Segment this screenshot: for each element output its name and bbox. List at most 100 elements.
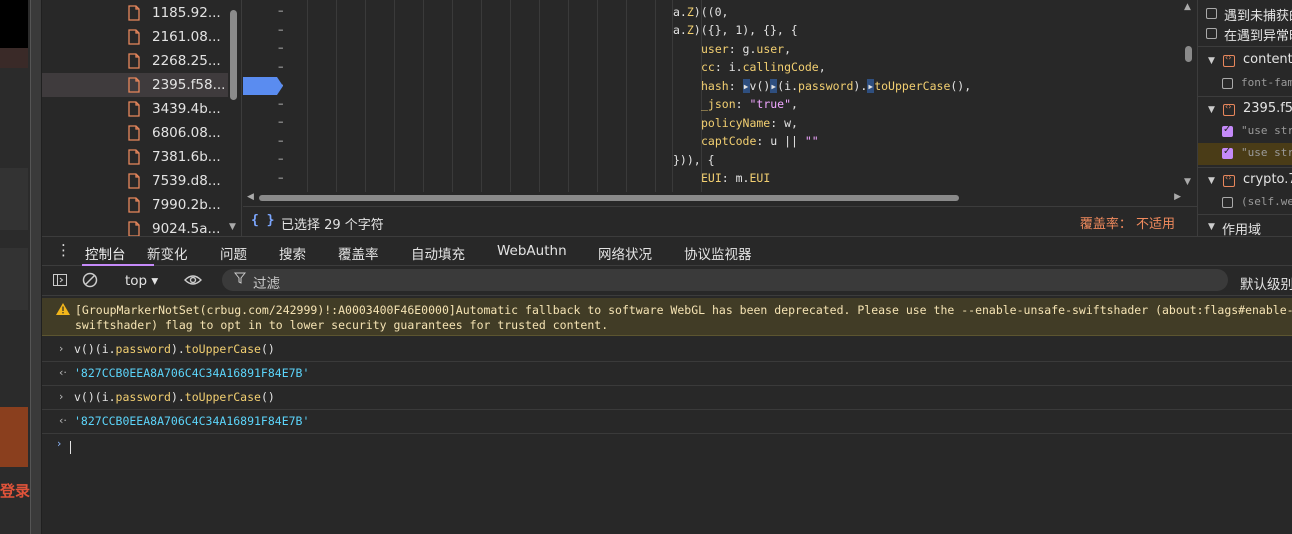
- code-vertical-scrollbar[interactable]: [1185, 46, 1192, 62]
- pause-uncaught-checkbox[interactable]: [1206, 8, 1217, 19]
- file-tree-item[interactable]: 7539.d8...: [42, 169, 228, 193]
- scrollbar-thumb[interactable]: [259, 195, 959, 201]
- tab-network-conditions[interactable]: 网络状况: [598, 243, 652, 263]
- pretty-print-icon[interactable]: { }: [251, 213, 274, 228]
- scope-section-header[interactable]: ▼ 作用域: [1198, 218, 1292, 236]
- gutter-line-marker[interactable]: –: [278, 171, 284, 184]
- file-name: 3439.4b...: [152, 101, 221, 117]
- tab-issues[interactable]: 问题: [220, 243, 247, 263]
- breakpoint-group-content[interactable]: ▼ content_script.js: [1198, 52, 1292, 72]
- breakpoint-checkbox[interactable]: [1222, 78, 1233, 89]
- breakpoint-entry[interactable]: font-family: [1198, 74, 1292, 94]
- tab-console[interactable]: 控制台: [85, 243, 126, 263]
- scroll-left-icon[interactable]: ◀: [247, 192, 254, 202]
- pause-caught-checkbox[interactable]: [1206, 28, 1217, 39]
- tab-coverage[interactable]: 覆盖率: [338, 243, 379, 263]
- file-tree-item[interactable]: 2395.f58...: [42, 73, 228, 97]
- result-chevron-icon: ‹·: [59, 366, 67, 379]
- tab-protocol-monitor[interactable]: 协议监视器: [684, 243, 752, 263]
- clear-console-icon[interactable]: [82, 272, 98, 292]
- tab-changes[interactable]: 新变化: [147, 243, 188, 263]
- code-editor[interactable]: a.Z)((0, a.Z)({}, 1), {}, { user: g.user…: [303, 0, 1181, 192]
- pause-caught-checkbox-row[interactable]: 在遇到异常时暂停: [1198, 24, 1292, 44]
- file-icon: [1223, 53, 1235, 67]
- breakpoint-entry[interactable]: (self.webpack: [1198, 193, 1292, 213]
- chevron-down-icon[interactable]: ▼: [1208, 56, 1215, 66]
- file-tree-item[interactable]: 6806.08...: [42, 121, 228, 145]
- console-input-text: v()(i.password).toUpperCase(): [74, 342, 275, 356]
- breakpoint-group-crypto[interactable]: ▼ crypto.7: [1198, 172, 1292, 192]
- breakpoint-entry-active[interactable]: "use strict": [1198, 143, 1292, 165]
- file-tree: 1185.92... 2161.08... 2268.25... 2395.f58..…: [42, 0, 242, 237]
- console-input-message[interactable]: › v()(i.password).toUpperCase(): [42, 338, 1292, 362]
- chevron-down-icon[interactable]: ▼: [1208, 105, 1215, 115]
- code-line: cc: i.callingCode,: [701, 60, 826, 74]
- text-cursor: [70, 441, 71, 454]
- pause-caught-label: 在遇到异常时暂停: [1224, 29, 1292, 44]
- breakpoint-checkbox[interactable]: [1222, 146, 1233, 159]
- warning-icon: [56, 303, 70, 315]
- scroll-down-icon[interactable]: ▼: [229, 222, 236, 232]
- file-tree-item[interactable]: 7381.6b...: [42, 145, 228, 169]
- file-icon: [128, 125, 140, 141]
- breakpoint-group-2395[interactable]: ▼ 2395.f58: [1198, 101, 1292, 121]
- inline-breakpoint[interactable]: ▸: [742, 79, 750, 93]
- breakpoint-marker[interactable]: [243, 77, 283, 95]
- file-tree-scrollbar[interactable]: [230, 10, 237, 100]
- file-name: 2268.25...: [152, 53, 221, 69]
- console-warning-message: [GroupMarkerNotSet(crbug.com/242999)!:A0…: [42, 298, 1292, 336]
- file-tree-item[interactable]: 2268.25...: [42, 49, 228, 73]
- console-result-message[interactable]: ‹· '827CCB0EEA8A706C4C34A16891F84E7B': [42, 410, 1292, 434]
- gutter-line-marker[interactable]: –: [278, 152, 284, 165]
- gutter-line-marker[interactable]: –: [278, 23, 284, 36]
- page-card-block: [0, 168, 28, 230]
- scroll-right-icon[interactable]: ▶: [1174, 192, 1181, 202]
- tab-search[interactable]: 搜索: [279, 243, 306, 263]
- chevron-down-icon[interactable]: ▼: [1208, 222, 1215, 232]
- line-gutter[interactable]: ––––––––––: [243, 0, 303, 192]
- code-horizontal-scrollbar[interactable]: ◀ ▶: [247, 192, 1181, 203]
- sidebar-toggle-icon[interactable]: [52, 272, 68, 292]
- gutter-line-marker[interactable]: –: [278, 60, 284, 73]
- file-tree-item[interactable]: 7990.2b...: [42, 193, 228, 217]
- live-expression-eye-icon[interactable]: [184, 272, 202, 292]
- page-behind: 登录: [0, 0, 30, 534]
- scroll-up-icon[interactable]: ▲: [1184, 2, 1191, 12]
- selection-info: 已选择 29 个字符: [281, 218, 384, 233]
- gutter-line-marker[interactable]: –: [278, 97, 284, 110]
- file-icon: [128, 101, 140, 117]
- tab-autofill[interactable]: 自动填充: [411, 243, 465, 263]
- file-icon: [1223, 173, 1235, 187]
- breakpoint-file-label: 2395.f58: [1243, 101, 1292, 116]
- gutter-line-marker[interactable]: –: [278, 115, 284, 128]
- scroll-down-icon[interactable]: ▼: [1184, 177, 1191, 187]
- console-result-message[interactable]: ‹· '827CCB0EEA8A706C4C34A16891F84E7B': [42, 362, 1292, 386]
- chevron-down-icon[interactable]: ▼: [1208, 176, 1215, 186]
- login-link[interactable]: 登录: [0, 480, 30, 501]
- more-options-icon[interactable]: ⋮: [56, 241, 71, 259]
- file-tree-item[interactable]: 3439.4b...: [42, 97, 228, 121]
- filter-icon: [233, 272, 247, 287]
- panel-resize-handle[interactable]: [30, 0, 42, 534]
- gutter-line-marker[interactable]: –: [278, 134, 284, 147]
- console-input-text: v()(i.password).toUpperCase(): [74, 390, 275, 404]
- tab-webauthn[interactable]: WebAuthn: [497, 243, 567, 259]
- filter-input[interactable]: 过滤: [222, 269, 1228, 292]
- page-card-block: [0, 248, 28, 310]
- breakpoint-checkbox[interactable]: [1222, 124, 1233, 137]
- file-tree-item[interactable]: 2161.08...: [42, 25, 228, 49]
- gutter-line-marker[interactable]: –: [278, 41, 284, 54]
- console-input-message[interactable]: › v()(i.password).toUpperCase(): [42, 386, 1292, 410]
- gutter-line-marker[interactable]: –: [278, 4, 284, 17]
- code-line: policyName: w,: [701, 116, 798, 130]
- log-level-selector[interactable]: 默认级别 ▾: [1240, 273, 1292, 293]
- context-selector[interactable]: top ▾: [125, 273, 158, 289]
- console-prompt[interactable]: ›: [42, 433, 1292, 534]
- pause-uncaught-checkbox-row[interactable]: 遇到未捕获的异常时暂停: [1198, 4, 1292, 24]
- file-icon: [1223, 102, 1235, 116]
- breakpoint-entry[interactable]: "use strict": [1198, 122, 1292, 142]
- breakpoint-checkbox[interactable]: [1222, 197, 1233, 208]
- file-tree-item[interactable]: 1185.92...: [42, 1, 228, 25]
- breakpoint-code: "use strict": [1241, 146, 1292, 159]
- file-icon: [128, 53, 140, 69]
